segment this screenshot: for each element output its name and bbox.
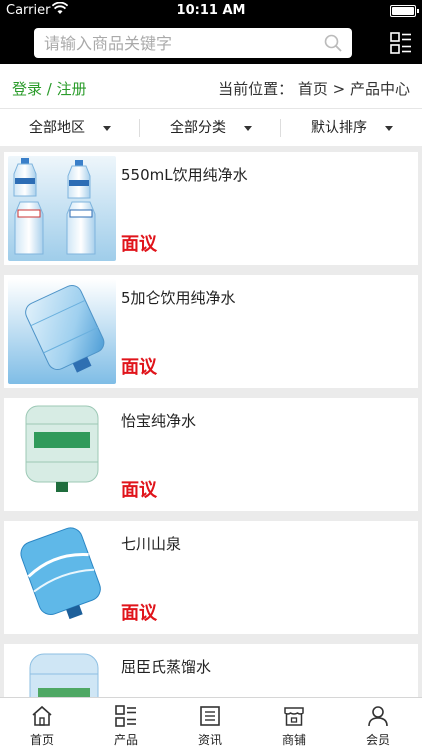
category-menu-icon[interactable] [390,32,412,54]
filter-category[interactable]: 全部分类 [141,109,281,147]
tab-label: 首页 [29,733,54,747]
product-item[interactable]: 屈臣氏蒸馏水 面议 [4,644,418,697]
product-image [8,156,116,261]
product-item[interactable]: 5加仑饮用纯净水 面议 [4,275,418,388]
tab-label: 会员 [365,733,390,747]
news-icon [200,706,220,726]
product-image [8,279,116,384]
battery-icon [390,5,419,17]
tab-news[interactable]: 资讯 [168,698,252,750]
product-title: 怡宝纯净水 [121,412,197,430]
clock: 10:11 AM [176,3,246,18]
product-price: 面议 [121,234,157,255]
list-icon [115,705,136,727]
filter-label: 默认排序 [311,120,367,136]
caret-down-icon [244,125,252,131]
product-item[interactable]: 怡宝纯净水 面议 [4,398,418,511]
search-input[interactable] [44,31,314,55]
product-price: 面议 [121,357,157,378]
product-title: 5加仑饮用纯净水 [121,289,236,307]
product-item[interactable]: 550mL饮用纯净水 面议 [4,152,418,265]
filter-sort[interactable]: 默认排序 [282,109,422,147]
home-icon [32,705,52,726]
product-image [8,525,116,630]
login-register-link[interactable]: 登录 / 注册 [12,78,87,99]
tab-home[interactable]: 首页 [0,698,84,750]
product-list: 550mL饮用纯净水 面议 5加仑饮用纯净水 面议 怡宝纯净水 面议 七川山泉 … [0,150,422,697]
product-image [8,648,116,697]
product-title: 七川山泉 [121,535,182,553]
caret-down-icon [385,125,393,131]
tab-label: 资讯 [197,733,222,747]
caret-down-icon [103,125,111,131]
filter-bar: 全部地区 全部分类 默认排序 [0,108,422,146]
product-image [8,402,116,507]
filter-label: 全部地区 [29,120,85,136]
shop-icon [284,707,304,726]
product-item[interactable]: 七川山泉 面议 [4,521,418,634]
breadcrumb: 当前位置： 首页 > 产品中心 [218,80,410,98]
search-icon[interactable] [324,34,342,52]
product-title: 屈臣氏蒸馏水 [121,658,212,676]
tab-label: 商铺 [281,733,306,747]
tab-member[interactable]: 会员 [336,698,420,750]
tab-label: 产品 [113,733,138,747]
product-price: 面议 [121,603,157,624]
filter-region[interactable]: 全部地区 [0,109,140,147]
product-title: 550mL饮用纯净水 [121,166,248,184]
nav-bar: 登录 / 注册 当前位置： 首页 > 产品中心 [0,64,422,108]
search-box[interactable] [34,28,352,58]
product-price: 面议 [121,480,157,501]
tab-products[interactable]: 产品 [84,698,168,750]
filter-label: 全部分类 [170,120,226,136]
header-bar [0,22,422,64]
bottom-tab-bar: 首页 产品 资讯 商铺 会员 [0,697,422,750]
user-icon [368,706,388,727]
tab-shop[interactable]: 商铺 [252,698,336,750]
status-bar: Carrier 10:11 AM [0,0,422,22]
